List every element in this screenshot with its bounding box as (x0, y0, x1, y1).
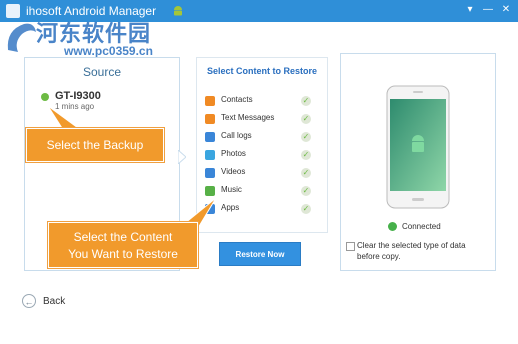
callout-line-2: You Want to Restore (68, 247, 178, 261)
callout-select-backup: Select the Backup (26, 128, 164, 162)
close-button[interactable]: ✕ (498, 3, 514, 17)
content-item-videos[interactable]: Videos ✓ (205, 166, 317, 180)
source-title: Source (82, 65, 122, 79)
watermark-url: www.pc0359.cn (64, 44, 153, 58)
minimize-button[interactable]: — (480, 3, 496, 17)
checkmark-icon[interactable]: ✓ (301, 168, 311, 178)
android-logo-icon (174, 6, 182, 16)
clear-data-checkbox[interactable] (346, 242, 355, 251)
connection-status: Connected (402, 222, 441, 231)
watermark-logo-icon (7, 23, 37, 52)
photos-icon (205, 150, 215, 160)
music-icon (205, 186, 215, 196)
content-item-contacts[interactable]: Contacts ✓ (205, 94, 317, 108)
checkmark-icon[interactable]: ✓ (301, 96, 311, 106)
content-item-label: Text Messages (221, 113, 275, 122)
checkmark-icon[interactable]: ✓ (301, 150, 311, 160)
close-icon: ✕ (501, 4, 511, 15)
callout-line-1: Select the Content (73, 230, 173, 244)
messages-icon (205, 114, 215, 124)
checkmark-icon[interactable]: ✓ (301, 132, 311, 142)
backup-device-name[interactable]: GT-I9300 (55, 90, 101, 102)
content-item-label: Apps (221, 203, 240, 212)
content-item-label: Music (221, 185, 242, 194)
app-icon (6, 4, 20, 18)
connected-status-icon (388, 222, 397, 231)
call-logs-icon (205, 132, 215, 142)
callout-select-content: Select the Content You Want to Restore (48, 222, 198, 268)
checkmark-icon[interactable]: ✓ (301, 186, 311, 196)
chevron-right-icon (178, 150, 186, 164)
minimize-icon: — (483, 4, 493, 15)
videos-icon (205, 168, 215, 178)
content-item-text-messages[interactable]: Text Messages ✓ (205, 112, 317, 126)
contacts-icon (205, 96, 215, 106)
content-panel-title: Select Content to Restore (206, 66, 318, 76)
clear-data-label: Clear the selected type of data before c… (357, 241, 466, 261)
content-item-label: Photos (221, 149, 246, 158)
content-item-photos[interactable]: Photos ✓ (205, 148, 317, 162)
content-item-label: Videos (221, 167, 246, 176)
phone-illustration-icon (386, 85, 450, 209)
content-item-music[interactable]: Music ✓ (205, 184, 317, 198)
content-item-call-logs[interactable]: Call logs ✓ (205, 130, 317, 144)
arrow-left-icon: ← (24, 297, 34, 307)
checkmark-icon[interactable]: ✓ (301, 204, 311, 214)
menu-dropdown-button[interactable]: ▾ (462, 3, 478, 17)
back-button[interactable]: ← (22, 294, 36, 308)
chevron-down-icon: ▾ (467, 4, 473, 15)
back-label[interactable]: Back (43, 296, 65, 307)
restore-now-button[interactable]: Restore Now (219, 242, 301, 266)
content-item-label: Call logs (221, 131, 252, 140)
content-item-label: Contacts (221, 95, 253, 104)
content-item-apps[interactable]: Apps ✓ (205, 202, 317, 216)
device-selected-check-icon[interactable] (41, 93, 49, 101)
checkmark-icon[interactable]: ✓ (301, 114, 311, 124)
